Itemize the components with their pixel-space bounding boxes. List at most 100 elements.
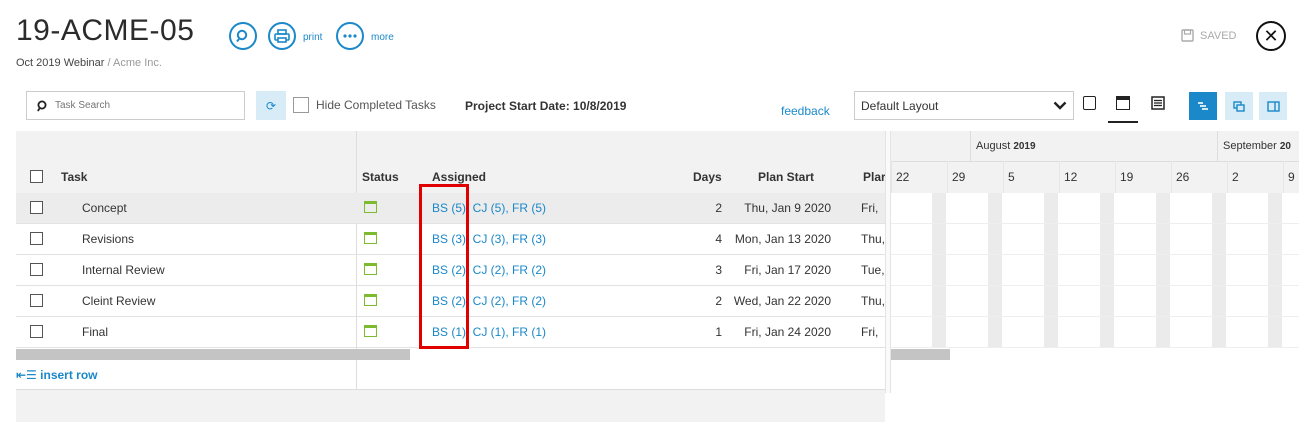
column-header-days[interactable]: Days (693, 170, 722, 184)
insert-row-button[interactable]: ⇤☰ insert row (16, 368, 98, 382)
gantt-row-line (891, 285, 1299, 286)
row-checkbox[interactable] (30, 325, 43, 338)
gantt-weekend (1212, 193, 1226, 348)
gantt-week-divider (1283, 161, 1284, 193)
hide-completed-label[interactable]: Hide Completed Tasks (316, 98, 436, 112)
gantt-weekend (988, 193, 1002, 348)
select-all-checkbox[interactable] (30, 170, 43, 183)
task-days[interactable]: 1 (696, 325, 722, 339)
calendar-icon[interactable] (364, 263, 377, 275)
plan-start-date[interactable]: Wed, Jan 22 2020 (721, 294, 831, 308)
gantt-horizontal-scrollbar[interactable] (891, 349, 950, 360)
task-name[interactable]: Final (82, 325, 108, 339)
grid-horizontal-scrollbar[interactable] (16, 349, 410, 360)
saved-label: SAVED (1200, 29, 1237, 42)
breadcrumb-separator: / (104, 57, 114, 69)
row-checkbox[interactable] (30, 232, 43, 245)
task-name[interactable]: Concept (82, 201, 127, 215)
plan-end-date[interactable]: Tue, (861, 263, 885, 277)
more-label[interactable]: more (371, 32, 394, 43)
grid-header (16, 131, 1299, 193)
view-header-icon[interactable] (1116, 96, 1130, 110)
gantt-weekend (1100, 193, 1114, 348)
task-name[interactable]: Internal Review (82, 263, 165, 277)
hide-completed-checkbox[interactable] (293, 97, 309, 113)
close-button[interactable]: ✕ (1256, 21, 1286, 51)
feedback-link[interactable]: feedback (781, 104, 830, 118)
task-days[interactable]: 2 (696, 201, 722, 215)
view-list-icon[interactable] (1151, 96, 1165, 115)
gantt-week-label: 5 (1008, 170, 1015, 184)
task-search[interactable] (26, 91, 245, 120)
plan-start-date[interactable]: Fri, Jan 17 2020 (721, 263, 831, 277)
gantt-week-divider (1227, 161, 1228, 193)
layout-selected-value: Default Layout (861, 98, 939, 113)
gantt-week-divider (1171, 161, 1172, 193)
gantt-week-divider (947, 161, 948, 193)
ellipsis-icon (343, 34, 357, 38)
month-year: 2019 (1013, 141, 1036, 152)
sync-icon: ⟳ (265, 98, 277, 113)
plan-start-date[interactable]: Mon, Jan 13 2020 (721, 232, 831, 246)
month-divider (970, 131, 971, 161)
search-circle-button[interactable] (229, 22, 257, 50)
row-checkbox[interactable] (30, 263, 43, 276)
gantt-weekend (1044, 193, 1058, 348)
search-icon (37, 100, 47, 112)
plan-end-date[interactable]: Thu, (861, 294, 885, 308)
gantt-weekend (932, 193, 946, 348)
gantt-week-divider (1003, 161, 1004, 193)
insert-row-icon: ⇤☰ (16, 368, 37, 382)
print-label[interactable]: print (303, 32, 322, 43)
month-name: August (976, 140, 1011, 152)
column-header-plan-end[interactable]: Plar (863, 170, 885, 184)
task-days[interactable]: 4 (696, 232, 722, 246)
plan-end-date[interactable]: Fri, (861, 201, 885, 215)
task-name[interactable]: Cleint Review (82, 294, 155, 308)
calendar-icon[interactable] (364, 232, 377, 244)
view-blank-icon[interactable] (1083, 96, 1096, 110)
gantt-row-line (891, 223, 1299, 224)
gantt-month-august: August 2019 (976, 140, 1036, 152)
gantt-row-line (891, 347, 1299, 348)
row-checkbox[interactable] (30, 201, 43, 214)
gantt-header-line (891, 161, 1299, 162)
project-start-date: Project Start Date: 10/8/2019 (465, 99, 627, 113)
task-days[interactable]: 2 (696, 294, 722, 308)
gantt-week-divider (1059, 161, 1060, 193)
gantt-view-button[interactable] (1189, 92, 1217, 120)
task-name[interactable]: Revisions (82, 232, 134, 246)
row-checkbox[interactable] (30, 294, 43, 307)
gantt-week-label: 29 (952, 170, 966, 184)
task-search-input[interactable] (55, 100, 235, 111)
gantt-icon (1198, 102, 1208, 110)
plan-end-date[interactable]: Fri, (861, 325, 885, 339)
more-button[interactable] (336, 22, 364, 50)
task-days[interactable]: 3 (696, 263, 722, 277)
calendar-icon[interactable] (364, 294, 377, 306)
refresh-button[interactable]: ⟳ (256, 91, 286, 120)
plan-start-date[interactable]: Fri, Jan 24 2020 (721, 325, 831, 339)
breadcrumb: Oct 2019 Webinar / Acme Inc. (16, 57, 162, 69)
gantt-weekend (1156, 193, 1170, 348)
save-icon (1181, 29, 1194, 42)
column-header-task[interactable]: Task (61, 170, 87, 184)
search-icon (236, 29, 248, 43)
plan-start-date[interactable]: Thu, Jan 9 2020 (721, 201, 831, 215)
plan-end-date[interactable]: Thu, (861, 232, 885, 246)
gantt-row-line (891, 254, 1299, 255)
gantt-week-label: 22 (896, 170, 910, 184)
calendar-icon[interactable] (364, 325, 377, 337)
calendar-icon[interactable] (364, 201, 377, 213)
column-header-status[interactable]: Status (362, 170, 399, 184)
layout-select[interactable]: Default Layout (854, 91, 1074, 120)
panel-view-button[interactable] (1259, 92, 1287, 120)
client-name: Acme Inc. (113, 57, 162, 69)
column-header-plan-start[interactable]: Plan Start (758, 170, 814, 184)
side-panel-icon (1266, 100, 1280, 112)
print-button[interactable] (268, 22, 296, 50)
overlay-view-button[interactable] (1225, 92, 1253, 120)
gantt-weekend (1268, 193, 1282, 348)
column-header-assigned[interactable]: Assigned (432, 170, 486, 184)
gantt-month-september: September 20 (1223, 140, 1299, 152)
